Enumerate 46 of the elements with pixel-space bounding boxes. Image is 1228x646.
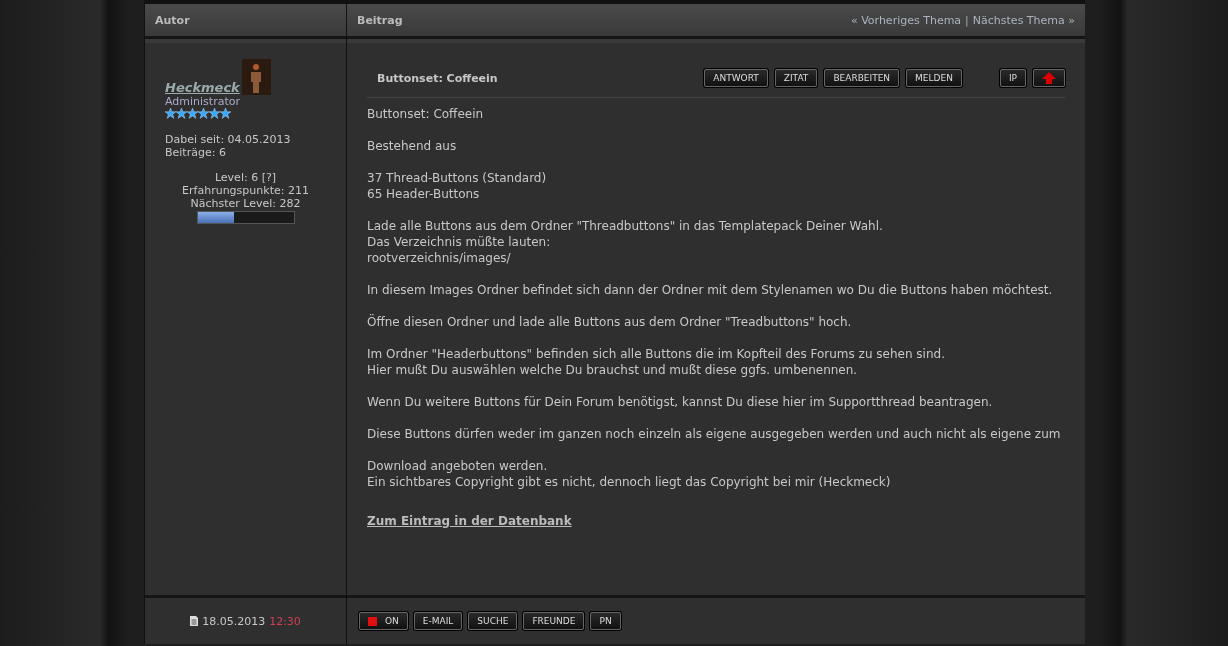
- post-time: 12:30: [269, 614, 301, 628]
- post-paragraph: Download angeboten werden. Ein sichtbares Copyright gibt es nicht, dennoch liegt das Copyright bei mir (Heckmeck): [367, 458, 892, 490]
- post-paragraph: Öffne diesen Ordner und lade alle Buttons aus dem Ordner "Treadbuttons" hoch.: [367, 314, 853, 330]
- post-paragraph: Buttonset: Coffeein: [367, 106, 485, 122]
- experience-points: Erfahrungspunkte: 211: [182, 184, 309, 197]
- previous-topic-link[interactable]: « Vorheriges Thema: [850, 13, 962, 27]
- star-icon: [220, 108, 231, 119]
- profile-button[interactable]: SUCHE: [468, 612, 518, 630]
- post-paragraph: 37 Thread-Buttons (Standard) 65 Header-Buttons: [367, 170, 548, 202]
- document-icon: [190, 616, 199, 626]
- post-paragraph: Bestehend aus: [367, 138, 458, 154]
- column-header: Autor: [145, 4, 346, 39]
- next-level: Nächster Level: 282: [190, 197, 301, 210]
- action-button[interactable]: BEARBEITEN: [824, 69, 900, 87]
- post-paragraph: Lade alle Buttons aus dem Ordner "Threadbuttons" in das Templatepack Deiner Wahl. Das Verzeichnis müßte lauten: rootverzeichnis/images/: [367, 218, 884, 266]
- star-icon: [209, 108, 220, 119]
- post-title: Buttonset: Coffeein: [377, 71, 498, 85]
- join-date: Dabei seit: 04.05.2013: [165, 133, 292, 146]
- post-paragraph: Im Ordner "Headerbuttons" befinden sich alle Buttons die im Kopfteil des Forums zu sehen sind. Hier mußt Du auswählen welche Du brauchst und mußt diese ggfs. umbenennen.: [367, 346, 946, 378]
- star-icon: [165, 108, 176, 119]
- action-button[interactable]: ANTWORT: [704, 69, 768, 87]
- profile-button[interactable]: E-MAIL: [413, 612, 463, 630]
- level-label: Level: 6: [214, 171, 259, 184]
- post-paragraph: Diese Buttons dürfen weder im ganzen noch einzeln als eigene ausgegeben werden und auch nicht als eigene zum: [367, 426, 1062, 442]
- profile-button[interactable]: FREUNDE: [523, 612, 585, 630]
- next-topic-link[interactable]: Nächstes Thema »: [972, 13, 1075, 27]
- up-arrow-icon: [1042, 72, 1056, 84]
- scroll-up-button[interactable]: [1033, 69, 1065, 87]
- column-header: Beitrag: [357, 13, 403, 27]
- online-status-button[interactable]: ON: [359, 612, 408, 630]
- star-icon: [198, 108, 209, 119]
- star-icon: [187, 108, 198, 119]
- profile-button[interactable]: PN: [590, 612, 621, 630]
- help-link[interactable]: [?]: [261, 171, 277, 184]
- ip-button[interactable]: IP: [999, 69, 1026, 87]
- action-button[interactable]: ZITAT: [774, 69, 818, 87]
- action-button[interactable]: MELDEN: [906, 69, 962, 87]
- user-rank: Administrator: [165, 95, 241, 108]
- post-date: 18.05.2013: [202, 614, 266, 628]
- post-count: Beiträge: 6: [165, 146, 227, 159]
- post-paragraph: Wenn Du weitere Buttons für Dein Forum benötigst, kannst Du diese hier im Supportthread beantragen.: [367, 394, 994, 410]
- post-paragraph: In diesem Images Ordner befindet sich dann der Ordner mit dem Stylenamen wo Du die Buttons haben möchtest.: [367, 282, 1054, 298]
- username-link[interactable]: Heckmeck: [165, 80, 240, 95]
- separator-text: |: [965, 13, 969, 27]
- database-link[interactable]: Zum Eintrag in der Datenbank: [367, 514, 572, 528]
- star-icon: [176, 108, 187, 119]
